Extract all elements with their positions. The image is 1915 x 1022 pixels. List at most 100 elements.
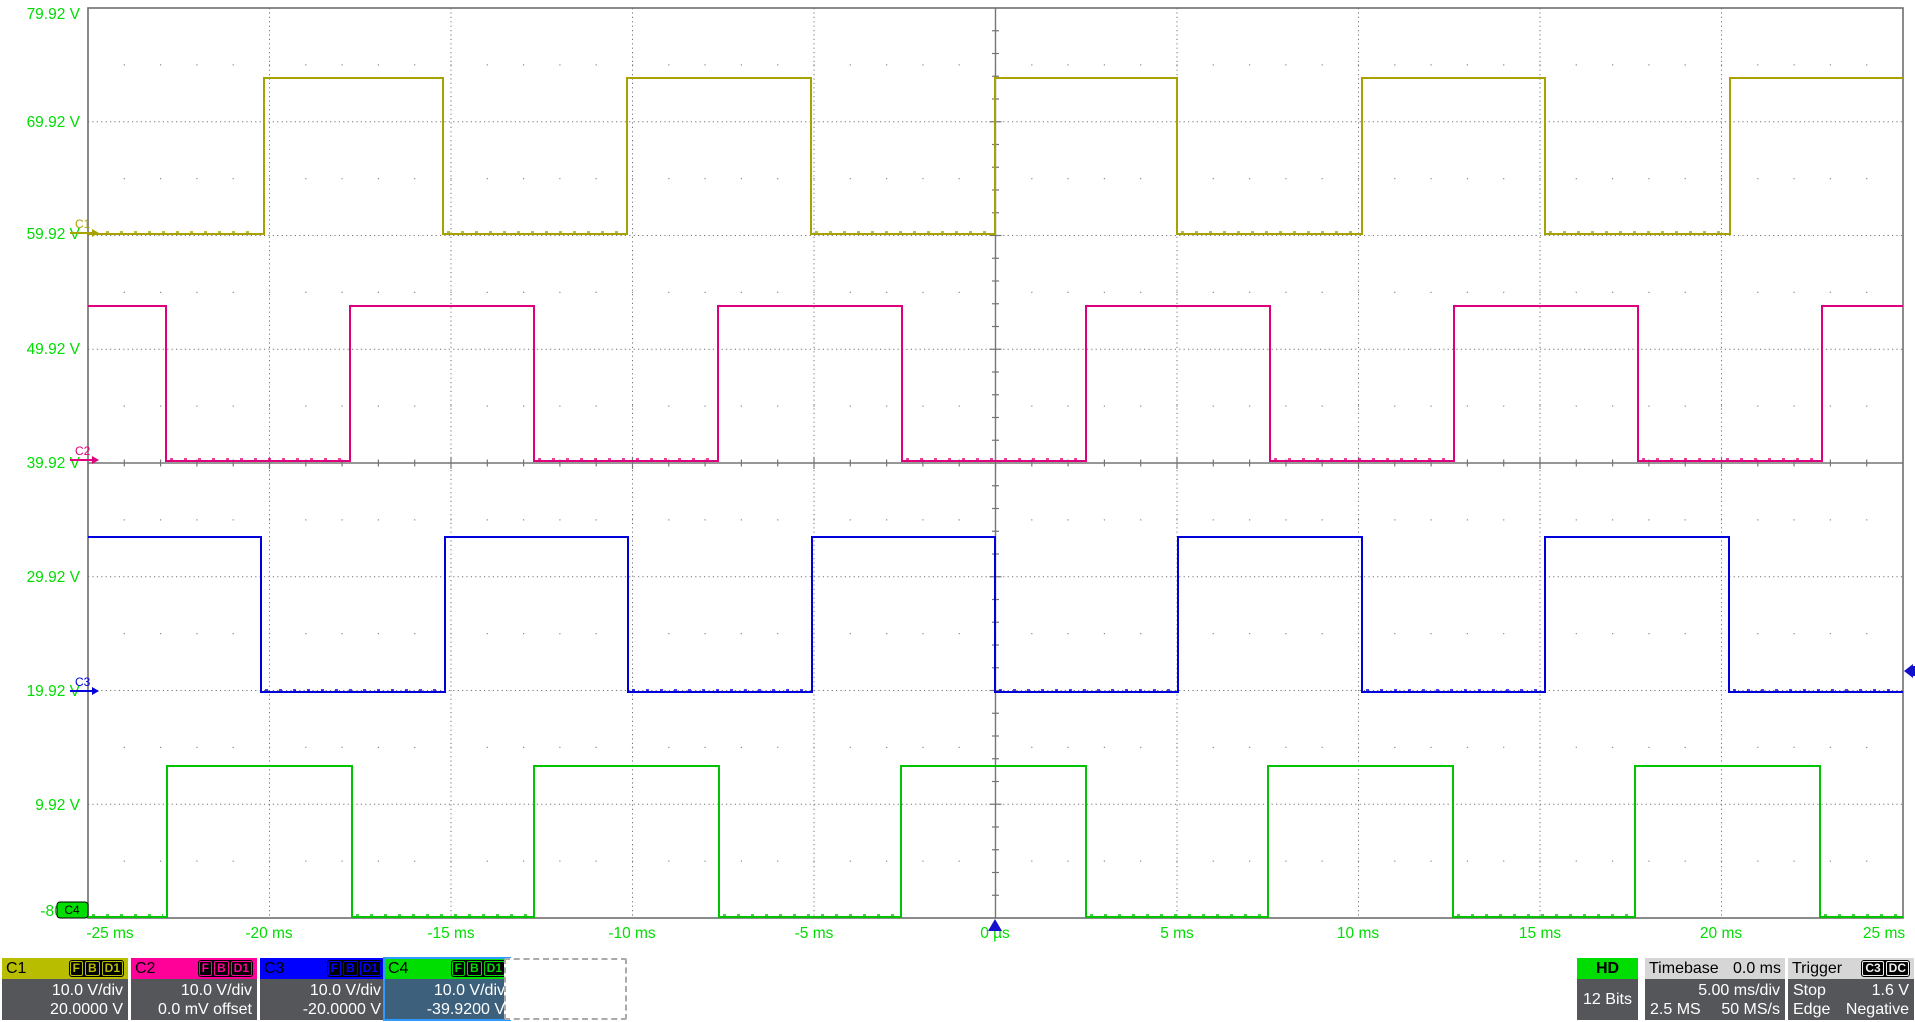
y-axis-label: 9.92 V [35,797,80,814]
trigger-box[interactable]: Trigger C3 DC Stop 1.6 V Edge Negative [1788,958,1914,1020]
graticule-minor-dot [1575,178,1577,180]
channel-badge-d1[interactable]: D1 [101,961,123,976]
channel-badge-f[interactable]: F [327,961,341,976]
graticule-minor-dot [668,519,670,521]
trigger-source-badge[interactable]: C3 [1862,961,1884,976]
graticule-minor-dot [1212,746,1214,748]
graticule-minor-dot [1612,633,1614,635]
channel-badge-d1[interactable]: D1 [230,961,252,976]
graticule-minor-dot [1430,633,1432,635]
graticule-minor-dot [160,519,162,521]
channel-box-header: C4 F B D1 [384,958,510,979]
channel-badge-b[interactable]: B [342,961,358,976]
channel-box-c4[interactable]: C4 F B D1 10.0 V/div -39.9200 V [383,957,511,1021]
hd-label: HD [1595,959,1620,977]
channel-marker-c2[interactable]: C2 [75,444,91,458]
graticule-minor-dot [559,291,561,293]
graticule-minor-dot [1321,178,1323,180]
x-axis-label: 25 ms [1863,925,1905,942]
graticule-minor-dot [559,633,561,635]
graticule-minor-dot [813,405,815,407]
graticule-minor-dot [1357,405,1360,407]
graticule-minor-dot [886,860,888,862]
timebase-delay: 0.0 ms [1732,959,1781,977]
graticule-minor-dot [1430,519,1432,521]
graticule-minor-dot [1140,178,1142,180]
graticule-minor-dot [886,64,888,66]
trigger-body: Stop 1.6 V Edge Negative [1788,979,1914,1020]
graticule-minor-dot [1249,291,1251,293]
graticule-minor-dot [1140,519,1142,521]
graticule-minor-dot [958,178,960,180]
graticule-minor-dot [1212,860,1214,862]
graticule-minor-dot [1575,860,1577,862]
graticule-minor-dot [1612,746,1614,748]
graticule-minor-dot [1757,405,1759,407]
graticule-minor-dot [268,405,271,407]
graticule-minor-dot [1503,746,1505,748]
graticule-minor-dot [377,178,379,180]
graticule-minor-dot [595,405,597,407]
graticule-minor-dot [849,405,851,407]
graticule-minor-dot [341,291,343,293]
graticule-minor-dot [1031,178,1033,180]
trigger-coupling-badge[interactable]: DC [1885,961,1909,976]
graticule-minor-dot [160,746,162,748]
y-axis-label: 69.92 V [27,114,81,131]
channel-box-c2[interactable]: C2 F B D1 10.0 V/div 0.0 mV offset [131,958,257,1020]
channel-badges: F B D1 [197,960,253,977]
graticule-minor-dot [1394,519,1396,521]
graticule-minor-dot [1720,178,1723,180]
graticule-minor-dot [1503,405,1505,407]
graticule-minor-dot [414,178,416,180]
graticule-minor-dot [704,746,706,748]
channel-box-c3[interactable]: C3 F B D1 10.0 V/div -20.0000 V [260,958,386,1020]
graticule-minor-dot [1684,291,1686,293]
channel-badge-d1[interactable]: D1 [483,961,505,976]
channel-box-c1[interactable]: C1 F B D1 10.0 V/div 20.0000 V [2,958,128,1020]
graticule-minor-dot [1866,64,1868,66]
graticule-minor-dot [414,633,416,635]
graticule-minor-dot [1829,64,1831,66]
graticule-minor-dot [450,178,452,180]
graticule-minor-dot [1103,64,1105,66]
graticule-minor-dot [595,178,597,180]
channel-badge-d1[interactable]: D1 [359,961,381,976]
graticule-minor-dot [1466,178,1468,180]
graticule-minor-dot [1394,64,1396,66]
graticule-minor-dot [1321,519,1323,521]
graticule-minor-dot [1067,633,1069,635]
trigger-level-marker[interactable] [1904,664,1913,678]
channel-volts-per-div: 10.0 V/div [309,981,381,999]
graticule-minor-dot [1503,519,1505,521]
graticule-minor-dot [1866,405,1868,407]
channel-badge-f[interactable]: F [69,961,83,976]
channel-badge-b[interactable]: B [84,961,100,976]
graticule-minor-dot [777,405,779,407]
graticule-minor-dot [1793,633,1795,635]
channel-badge-f[interactable]: F [451,961,465,976]
hd-resolution-box[interactable]: HD 12 Bits [1577,958,1638,1020]
timebase-box[interactable]: Timebase 0.0 ms 5.00 ms/div 2.5 MS 50 MS… [1645,958,1785,1020]
graticule-minor-dot [740,178,742,180]
graticule-minor-dot [196,64,198,66]
graticule-minor-dot [1430,405,1432,407]
graticule-minor-dot [1249,178,1251,180]
empty-descriptor-slot[interactable] [504,958,627,1020]
graticule-minor-dot [1466,860,1468,862]
channel-badge-b[interactable]: B [213,961,229,976]
graticule-minor-dot [1067,291,1069,293]
graticule-minor-dot [160,64,162,66]
graticule-minor-dot [740,860,742,862]
x-axis-label: 5 ms [1160,925,1194,942]
x-axis-label: 20 ms [1700,925,1742,942]
channel-marker-c3[interactable]: C3 [75,675,91,689]
graticule-minor-dot [123,405,125,407]
graticule-minor-dot [341,519,343,521]
channel-badge-b[interactable]: B [466,961,482,976]
channel-marker-c1[interactable]: C1 [75,217,91,231]
graticule-minor-dot [486,291,488,293]
graticule-minor-dot [849,64,851,66]
channel-badge-f[interactable]: F [198,961,212,976]
graticule-minor-dot [1466,633,1468,635]
